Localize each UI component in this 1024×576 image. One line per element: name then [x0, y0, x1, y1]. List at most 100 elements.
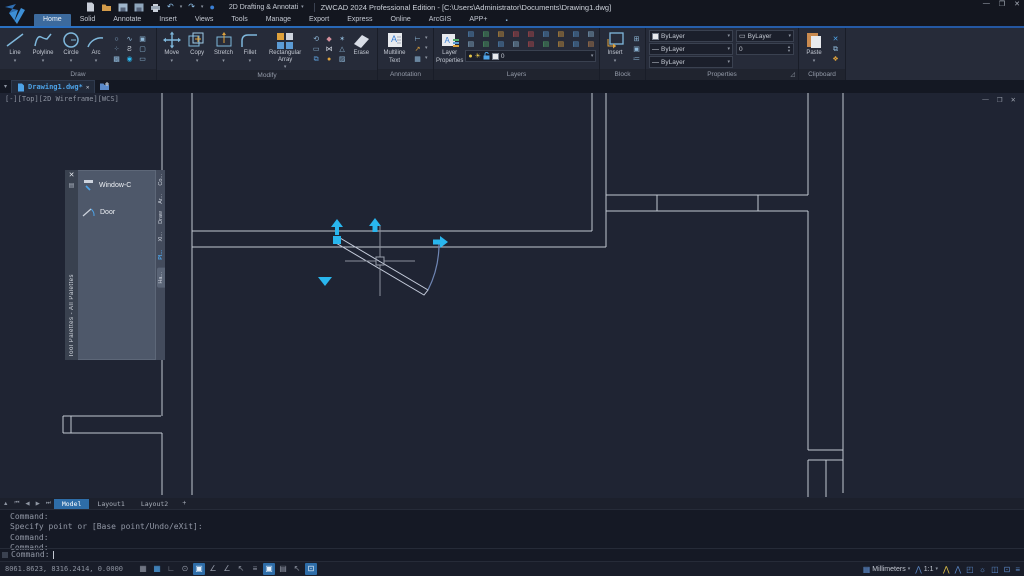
- annotation-visibility-icon[interactable]: ⋀: [943, 565, 950, 574]
- palette-tab-ha[interactable]: Ha...: [157, 268, 165, 288]
- fillet-caret-icon[interactable]: ▾: [249, 58, 252, 64]
- tab-insert[interactable]: Insert: [150, 14, 186, 26]
- polyline-caret-icon[interactable]: ▾: [42, 58, 45, 64]
- arc-button[interactable]: Arc ▾: [84, 29, 108, 69]
- first-tab-icon[interactable]: ⏮: [11, 500, 22, 507]
- dynamic-input-toggle[interactable]: ▣: [263, 563, 275, 575]
- flip-down-grip-triangle[interactable]: [318, 277, 332, 286]
- command-expand-icon[interactable]: ▲: [0, 501, 11, 507]
- prev-tab-icon[interactable]: ◀: [22, 501, 32, 507]
- layer-tool-icon[interactable]: ▤: [465, 30, 476, 39]
- tab-manage[interactable]: Manage: [257, 14, 300, 26]
- tool-palette-window[interactable]: ✕ ▤ Tool Palettes - All Palettes Window-…: [65, 170, 165, 360]
- dimension-caret-icon[interactable]: ▾: [425, 35, 431, 44]
- copy-caret-icon[interactable]: ▾: [196, 58, 199, 64]
- layer-tool-icon[interactable]: ▤: [510, 40, 521, 49]
- trim-icon[interactable]: ⧉: [311, 55, 322, 64]
- save-as-icon[interactable]: [134, 3, 144, 12]
- wipeout-icon[interactable]: ▢: [137, 45, 148, 54]
- layer-tool-icon[interactable]: ▤: [525, 40, 536, 49]
- thickness-input[interactable]: 0 ▲▼: [736, 43, 794, 55]
- document-tab-drawing1[interactable]: Drawing1.dwg* ✕: [11, 80, 95, 93]
- tab-solid[interactable]: Solid: [71, 14, 105, 26]
- spline-icon[interactable]: ∿: [124, 35, 135, 44]
- base-grip[interactable]: [333, 236, 341, 244]
- layer-tool-icon[interactable]: ▤: [510, 30, 521, 39]
- palette-tab-ar[interactable]: Ar...: [158, 194, 164, 204]
- move-button[interactable]: Move ▾: [159, 29, 184, 70]
- table-icon[interactable]: ▦: [412, 55, 423, 64]
- align-up-grip-arrow[interactable]: [369, 218, 381, 232]
- paste-caret-icon[interactable]: ▾: [813, 58, 816, 64]
- annotation-scale-dropdown[interactable]: ⋀ 1:1 ▾: [915, 565, 938, 574]
- palette-tab-xl[interactable]: Xl...: [158, 232, 164, 241]
- rotate-icon[interactable]: ⟲: [311, 35, 322, 44]
- command-line-handle-icon[interactable]: [2, 552, 8, 558]
- layer-tool-icon[interactable]: ▤: [585, 40, 596, 49]
- dynamic-ucs-toggle[interactable]: ↖: [235, 563, 247, 575]
- layout-tab-model[interactable]: Model: [54, 499, 90, 509]
- scale-icon[interactable]: △: [337, 45, 348, 54]
- dimension-icon[interactable]: ⊢: [412, 35, 423, 44]
- viewport-label[interactable]: [-][Top][2D Wireframe][WCS]: [5, 95, 119, 103]
- new-drawing-tab-icon[interactable]: [99, 82, 110, 91]
- viewport-minimize-icon[interactable]: —: [982, 96, 989, 104]
- polar-tracking-toggle[interactable]: ⊙: [179, 563, 191, 575]
- plot-icon[interactable]: [150, 3, 161, 12]
- door-swing-arc[interactable]: [428, 243, 439, 290]
- open-folder-icon[interactable]: [101, 3, 112, 12]
- isolate-objects-icon[interactable]: ◫: [991, 565, 999, 574]
- annotation-autoscale-icon[interactable]: ⋀: [955, 565, 962, 574]
- copy-clip-icon[interactable]: ⧉: [830, 45, 841, 54]
- match-properties-icon[interactable]: ❖: [830, 55, 841, 64]
- layer-tool-icon[interactable]: ▤: [555, 40, 566, 49]
- break-icon[interactable]: ◆: [324, 35, 335, 44]
- offset-icon[interactable]: ▭: [311, 45, 322, 54]
- stretch-button[interactable]: Stretch ▾: [210, 29, 237, 70]
- command-input-row[interactable]: Command:: [0, 548, 1024, 560]
- isometric-draft-toggle[interactable]: ∠: [207, 563, 219, 575]
- layer-tool-icon[interactable]: ▤: [570, 30, 581, 39]
- doc-tab-close-icon[interactable]: ✕: [86, 84, 90, 91]
- polyline-button[interactable]: Polyline ▾: [28, 29, 58, 69]
- multiline-text-button[interactable]: A Multiline Text: [380, 29, 409, 69]
- fillet-button[interactable]: Fillet ▾: [237, 29, 262, 70]
- tool-palette-titlebar[interactable]: ✕ ▤ Tool Palettes - All Palettes: [65, 170, 78, 360]
- layer-properties-button[interactable]: A Layer Properties: [436, 29, 463, 69]
- drawing-canvas[interactable]: [-][Top][2D Wireframe][WCS] — ❐ ✕: [0, 93, 1024, 498]
- layer-tool-icon[interactable]: ▤: [495, 40, 506, 49]
- linetype-dropdown[interactable]: — ByLayer ▾: [649, 43, 733, 55]
- layer-tool-icon[interactable]: ▤: [525, 30, 536, 39]
- quick-properties-toggle[interactable]: ▤: [277, 563, 289, 575]
- lineweight-toggle[interactable]: ≡: [249, 563, 261, 575]
- ellipse-icon[interactable]: ○: [111, 35, 122, 44]
- tab-arcgis[interactable]: ArcGIS: [420, 14, 461, 26]
- fullscreen-icon[interactable]: ⊡: [1004, 565, 1011, 574]
- palette-properties-icon[interactable]: ▤: [69, 183, 75, 190]
- add-layout-icon[interactable]: +: [176, 500, 192, 507]
- layer-tool-icon[interactable]: ▤: [540, 30, 551, 39]
- layer-tool-icon[interactable]: ▤: [540, 40, 551, 49]
- tab-views[interactable]: Views: [186, 14, 223, 26]
- layer-tool-icon[interactable]: ▤: [465, 40, 476, 49]
- layer-on-bulb-icon[interactable]: ●: [468, 53, 472, 60]
- ribbon-collapse-icon[interactable]: ▪: [502, 16, 510, 26]
- cycle-select-toggle[interactable]: ↖: [291, 563, 303, 575]
- line-button[interactable]: Line ▾: [2, 29, 28, 69]
- view-sphere-icon[interactable]: ●: [209, 0, 214, 14]
- erase-button[interactable]: Erase: [348, 29, 375, 70]
- tab-app-plus[interactable]: APP+: [460, 14, 496, 26]
- status-menu-icon[interactable]: ≡: [1015, 565, 1020, 574]
- snap-grid-toggle[interactable]: ▦: [137, 563, 149, 575]
- insert-caret-icon[interactable]: ▾: [614, 58, 617, 64]
- chamfer-icon[interactable]: ▨: [337, 55, 348, 64]
- line-caret-icon[interactable]: ▾: [14, 58, 17, 64]
- leader-caret-icon[interactable]: ▾: [425, 45, 431, 54]
- redo-icon[interactable]: ↷: [188, 0, 195, 14]
- palette-item-door[interactable]: Door: [82, 206, 151, 218]
- doc-tab-menu-icon[interactable]: ▾: [0, 83, 11, 90]
- palette-item-window-c[interactable]: Window-C: [82, 179, 151, 192]
- window-minimize-icon[interactable]: —: [983, 0, 990, 8]
- revcloud-icon[interactable]: Ƨ: [124, 45, 135, 54]
- hatch-icon[interactable]: ▩: [111, 55, 122, 64]
